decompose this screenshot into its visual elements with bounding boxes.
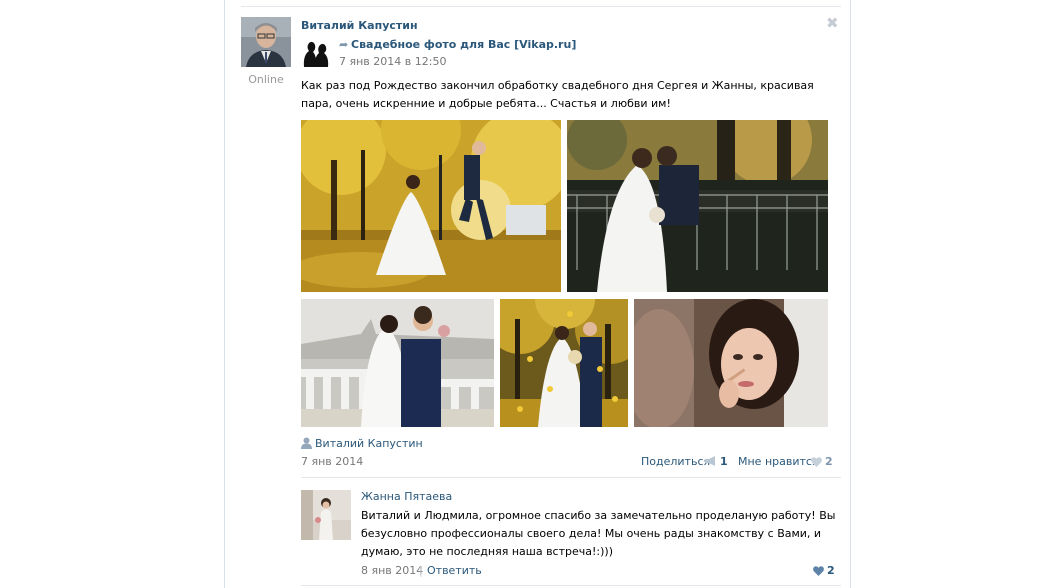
user-icon <box>301 437 312 449</box>
repost-arrow-icon: ➦ <box>339 38 349 51</box>
content-border-left <box>224 0 225 588</box>
comment-like-count: 2 <box>827 564 835 577</box>
share-count: 1 <box>720 455 728 468</box>
megaphone-icon <box>705 456 715 466</box>
couple-silhouette-icon <box>301 37 331 67</box>
online-status: Online <box>248 73 284 86</box>
signed-by-link[interactable]: Виталий Капустин <box>315 437 423 450</box>
post-date-link[interactable]: 7 янв 2014 в 12:50 <box>339 55 446 68</box>
comment-author-link[interactable]: Жанна Пятаева <box>361 490 452 503</box>
post-author-link[interactable]: Виталий Капустин <box>301 19 418 32</box>
group-name-link[interactable]: Свадебное фото для Вас [Vikap.ru] <box>351 38 576 51</box>
group-avatar[interactable] <box>301 37 331 67</box>
like-button[interactable]: Мне нравится <box>738 455 819 468</box>
comment-bottom-divider <box>301 585 841 586</box>
post-text: Как раз под Рождество закончил обработку… <box>301 79 814 110</box>
wedding-photo-bride-makeup[interactable] <box>634 299 828 427</box>
photo-image <box>567 120 828 292</box>
post-top-divider <box>241 6 841 7</box>
comments-divider <box>301 477 841 478</box>
heart-icon[interactable] <box>811 457 822 467</box>
wedding-photo-embankment[interactable] <box>301 299 494 427</box>
like-count: 2 <box>825 455 833 468</box>
comment-avatar-image <box>301 490 351 540</box>
comment-author-avatar[interactable] <box>301 490 351 540</box>
reply-button[interactable]: Ответить <box>427 564 482 577</box>
close-icon[interactable]: ✖ <box>826 14 839 32</box>
photo-image <box>634 299 828 427</box>
wedding-photo-kiss-bench[interactable] <box>567 120 828 292</box>
share-button[interactable]: Поделиться <box>641 455 710 468</box>
heart-icon[interactable] <box>813 566 824 576</box>
author-avatar-image <box>241 17 291 67</box>
comment-date-link[interactable]: 8 янв 2014 <box>361 564 423 577</box>
comment-meta-separator: | <box>419 564 423 577</box>
footer-date: 7 янв 2014 <box>301 455 364 468</box>
wedding-photo-leaves-falling[interactable] <box>500 299 628 427</box>
wedding-photo-autumn-park[interactable] <box>301 120 561 292</box>
photo-image <box>500 299 628 427</box>
author-avatar[interactable] <box>241 17 291 67</box>
photo-image <box>301 120 561 292</box>
photo-image <box>301 299 494 427</box>
comment-text: Виталий и Людмила, огромное спасибо за з… <box>361 509 836 558</box>
content-border-right <box>850 0 851 588</box>
